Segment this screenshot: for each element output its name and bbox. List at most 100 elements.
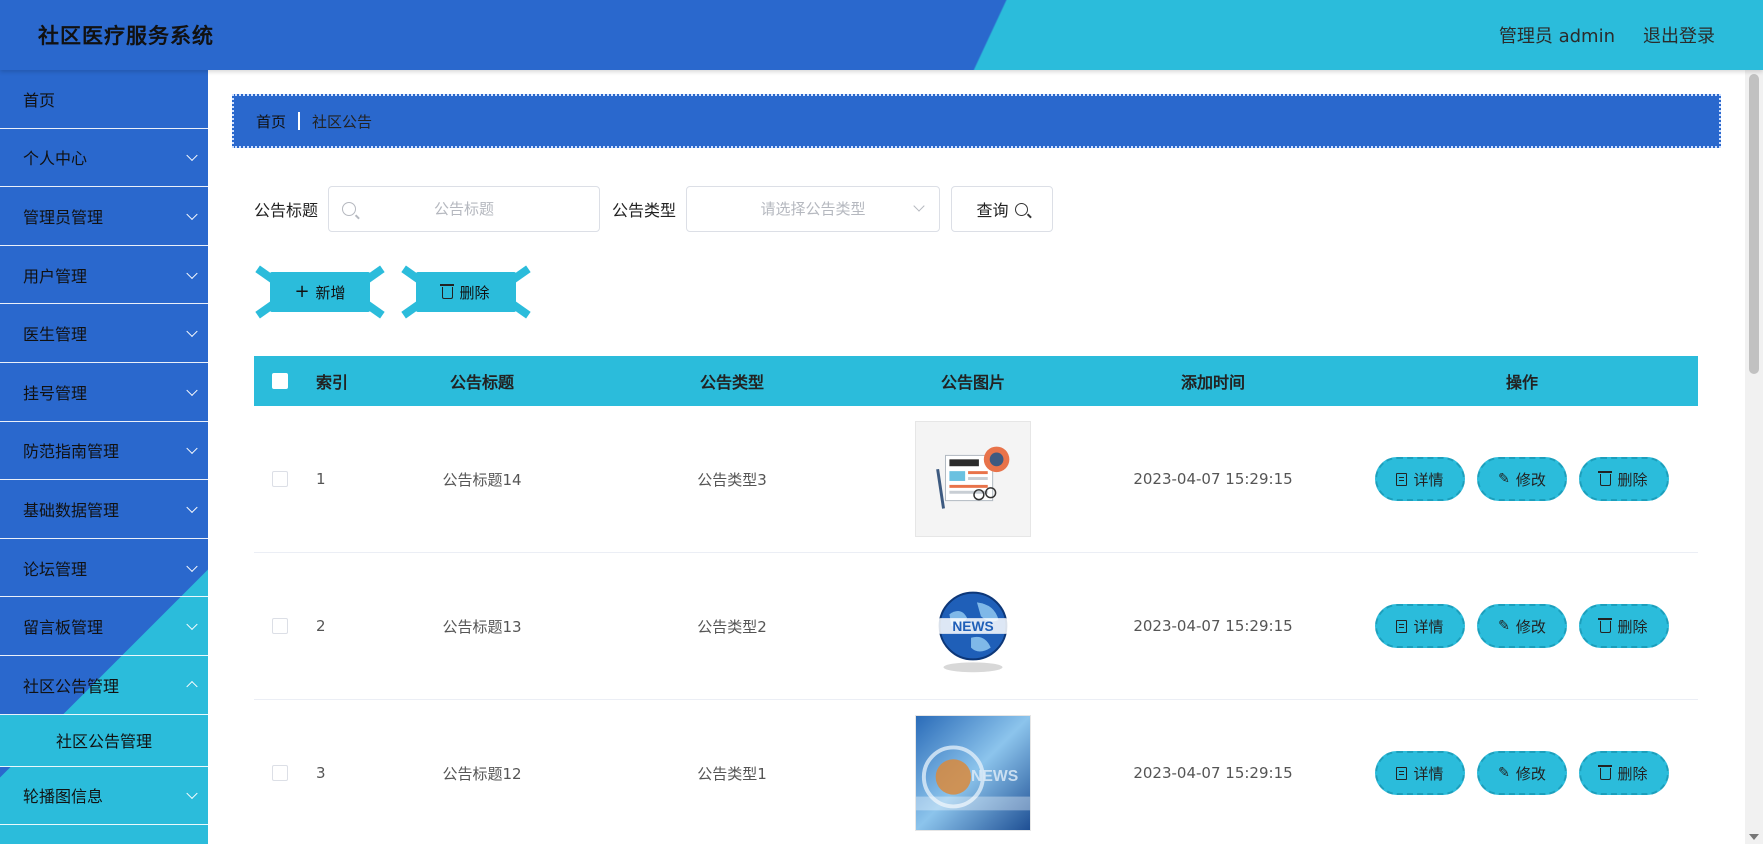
news-globe-icon[interactable]: NEWS	[915, 568, 1031, 684]
column-header: 索引	[316, 373, 349, 392]
sidebar-subitem-notice-management[interactable]: 社区公告管理	[0, 714, 208, 767]
edit-button[interactable]: ✎ 修改	[1477, 457, 1567, 501]
type-filter-label: 公告类型	[612, 201, 677, 220]
news-banner-lettering: NEWS	[971, 768, 1018, 785]
row-actions: 详情 ✎ 修改 删除	[1346, 604, 1698, 648]
sidebar-item-label: 社区公告管理	[23, 676, 120, 696]
title-search-input[interactable]	[329, 187, 600, 231]
news-paper-icon[interactable]	[915, 421, 1031, 537]
row-checkbox[interactable]	[272, 765, 288, 781]
detail-button[interactable]: 详情	[1375, 457, 1465, 501]
sidebar-item-prevention-guide[interactable]: 防范指南管理	[0, 422, 208, 481]
chevron-down-icon	[186, 150, 198, 162]
search-bar: 公告标题 公告类型 查询	[254, 186, 1054, 232]
sidebar-item-label: 管理员管理	[23, 207, 104, 227]
row-actions: 详情 ✎ 修改 删除	[1346, 751, 1698, 795]
row-checkbox[interactable]	[272, 618, 288, 634]
table-row: 3 公告标题12 公告类型1 NEWS 2023-04-07 15:29:15 …	[254, 700, 1698, 844]
delete-button[interactable]: 删除	[1579, 604, 1669, 648]
row-time: 2023-04-07 15:29:15	[1133, 470, 1293, 488]
chevron-down-icon	[186, 501, 198, 514]
sidebar-item-forum[interactable]: 论坛管理	[0, 539, 208, 598]
type-select[interactable]	[686, 186, 941, 232]
detail-button[interactable]: 详情	[1375, 751, 1465, 795]
batch-delete-button[interactable]: 删除	[400, 264, 532, 320]
select-all-checkbox[interactable]	[272, 373, 288, 389]
edit-button-label: 修改	[1515, 764, 1546, 783]
sidebar-item-label: 轮播图信息	[23, 787, 104, 807]
sidebar-item-label: 医生管理	[23, 325, 88, 345]
main-content: 首页 社区公告 公告标题 公告类型 查询 + 新增 删除	[208, 70, 1745, 844]
logout-button[interactable]: 退出登录	[1643, 22, 1715, 48]
table-row: 2 公告标题13 公告类型2 NEWS 2023-04-07 15:29:15	[254, 553, 1698, 700]
edit-button[interactable]: ✎ 修改	[1477, 604, 1567, 648]
current-user-label[interactable]: 管理员 admin	[1499, 22, 1615, 48]
chevron-down-icon	[186, 560, 198, 572]
row-actions: 详情 ✎ 修改 删除	[1346, 457, 1698, 501]
row-type: 公告类型3	[697, 470, 767, 489]
chevron-down-icon	[186, 384, 198, 396]
pencil-icon: ✎	[1498, 618, 1510, 634]
title-filter-label: 公告标题	[254, 201, 319, 220]
news-banner-icon[interactable]: NEWS	[915, 715, 1031, 831]
breadcrumb-current: 社区公告	[312, 112, 373, 131]
chevron-down-icon	[186, 325, 198, 338]
edit-button[interactable]: ✎ 修改	[1477, 751, 1567, 795]
row-index: 1	[316, 470, 326, 488]
sidebar-item-label: 防范指南管理	[23, 442, 120, 462]
search-icon	[1014, 202, 1028, 216]
detail-button[interactable]: 详情	[1375, 604, 1465, 648]
document-icon	[1396, 472, 1408, 486]
pencil-icon: ✎	[1498, 765, 1510, 781]
add-button[interactable]: + 新增	[254, 264, 386, 320]
sidebar-item-label: 用户管理	[23, 266, 88, 286]
notice-table: 索引 公告标题 公告类型 公告图片 添加时间 操作 1 公告标题14 公告类型3	[254, 356, 1698, 844]
detail-button-label: 详情	[1413, 617, 1444, 636]
delete-button-label: 删除	[1617, 470, 1648, 489]
sidebar-item-users[interactable]: 用户管理	[0, 246, 208, 305]
sidebar-item-message-board[interactable]: 留言板管理	[0, 597, 208, 656]
breadcrumb-home[interactable]: 首页	[256, 111, 286, 132]
column-header: 公告图片	[940, 373, 1005, 392]
delete-button-label: 删除	[1617, 617, 1648, 636]
delete-button-label: 删除	[1617, 764, 1648, 783]
scroll-down-arrow-icon[interactable]	[1749, 834, 1759, 840]
news-globe-lettering: NEWS	[952, 619, 993, 634]
chevron-up-icon	[186, 680, 198, 692]
type-select-input[interactable]	[687, 187, 940, 231]
sidebar-subitem-label: 社区公告管理	[55, 732, 152, 752]
add-button-label: 新增	[315, 283, 346, 302]
sidebar-item-label: 基础数据管理	[23, 500, 120, 520]
sidebar-item-doctors[interactable]: 医生管理	[0, 304, 208, 363]
plus-icon: +	[294, 281, 310, 302]
sidebar-item-carousel[interactable]: 轮播图信息	[0, 767, 208, 826]
sidebar-item-label: 个人中心	[23, 149, 88, 169]
chevron-down-icon	[186, 267, 198, 279]
scrollbar-thumb[interactable]	[1749, 74, 1759, 374]
row-type: 公告类型1	[697, 764, 767, 783]
row-time: 2023-04-07 15:29:15	[1133, 764, 1293, 782]
query-button-label: 查询	[976, 201, 1009, 220]
sidebar-item-label: 留言板管理	[23, 618, 104, 638]
detail-button-label: 详情	[1413, 470, 1444, 489]
row-checkbox[interactable]	[272, 471, 288, 487]
delete-button[interactable]: 删除	[1579, 751, 1669, 795]
sidebar-item-label: 论坛管理	[23, 559, 88, 579]
column-header: 添加时间	[1180, 373, 1245, 392]
sidebar: 首页 个人中心 管理员管理 用户管理 医生管理 挂号管理 防范指南管理 基础数据…	[0, 70, 208, 844]
page-scrollbar[interactable]	[1745, 70, 1763, 844]
sidebar-item-home[interactable]: 首页	[0, 70, 208, 129]
chevron-down-icon	[186, 208, 198, 221]
trash-icon	[440, 284, 455, 299]
sidebar-item-base-data[interactable]: 基础数据管理	[0, 480, 208, 539]
sidebar-item-admins[interactable]: 管理员管理	[0, 187, 208, 246]
column-header: 公告类型	[699, 373, 764, 392]
row-title: 公告标题14	[442, 470, 522, 489]
delete-button[interactable]: 删除	[1579, 457, 1669, 501]
query-button[interactable]: 查询	[951, 186, 1054, 232]
sidebar-item-notices[interactable]: 社区公告管理	[0, 656, 208, 715]
document-icon	[1396, 619, 1408, 633]
sidebar-item-profile[interactable]: 个人中心	[0, 129, 208, 188]
sidebar-item-label: 挂号管理	[23, 383, 88, 403]
sidebar-item-registration[interactable]: 挂号管理	[0, 363, 208, 422]
